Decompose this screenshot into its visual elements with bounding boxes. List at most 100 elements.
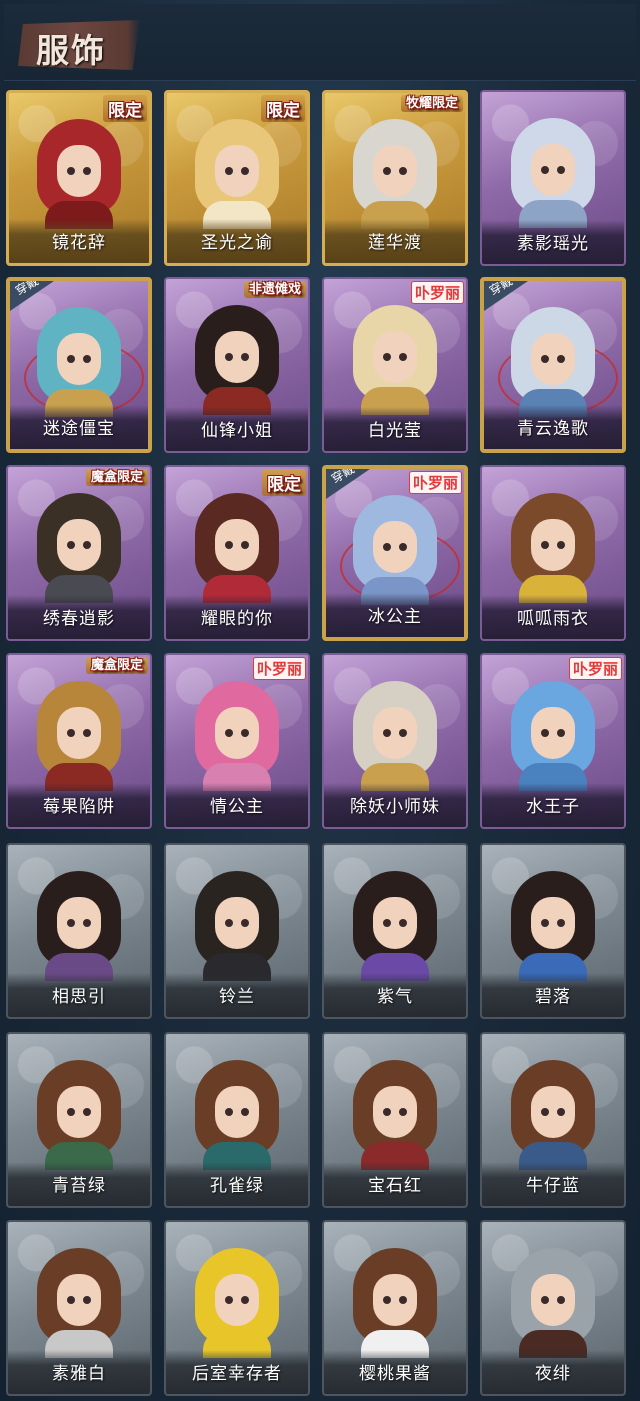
costume-card[interactable]: 莲华渡 牧耀限定 [322, 90, 468, 266]
costume-card[interactable]: 青云逸歌 穿戴 [480, 277, 626, 453]
costume-name: 绣春逍影 [43, 609, 115, 629]
costume-card[interactable]: 圣光之谕 限定 [164, 90, 310, 266]
costume-card[interactable]: 呱呱雨衣 [480, 465, 626, 641]
costume-card[interactable]: 仙锋小姐 非遗傩戏 [164, 277, 310, 453]
costume-tag: 限定 [262, 469, 306, 496]
portrait-eye [241, 541, 249, 549]
costume-card[interactable]: 除妖小师妹 [322, 653, 468, 829]
portrait-face [531, 897, 575, 949]
portrait-eye [399, 1108, 407, 1116]
portrait-eye [241, 1296, 249, 1304]
costume-card[interactable]: 镜花辞 限定 [6, 90, 152, 266]
portrait-eye [67, 1108, 75, 1116]
character-portrait [195, 1248, 279, 1358]
character-portrait [37, 681, 121, 791]
character-portrait [353, 1248, 437, 1358]
costume-name: 碧落 [535, 987, 571, 1007]
portrait-face [531, 1086, 575, 1138]
costume-card[interactable]: 莓果陷阱 魔盒限定 [6, 653, 152, 829]
costume-card[interactable]: 水王子 卟罗丽 [480, 653, 626, 829]
portrait-eye [241, 167, 249, 175]
character-portrait [37, 307, 121, 417]
portrait-eye [399, 353, 407, 361]
costume-card[interactable]: 素影瑶光 [480, 90, 626, 266]
portrait-face [373, 707, 417, 759]
portrait-face [215, 331, 259, 383]
costume-card[interactable]: 耀眼的你 限定 [164, 465, 310, 641]
costume-tag: 魔盒限定 [85, 657, 148, 674]
costume-card[interactable]: 紫气 [322, 843, 468, 1019]
portrait-face [57, 897, 101, 949]
portrait-eye [541, 919, 549, 927]
portrait-eye [241, 919, 249, 927]
costume-card[interactable]: 后室幸存者 [164, 1220, 310, 1396]
costume-card[interactable]: 绣春逍影 魔盒限定 [6, 465, 152, 641]
costume-grid: 镜花辞 限定 圣光之谕 限定 莲华渡 牧耀限定 素影瑶光 迷途僵宝 穿戴 仙锋小姐 非遗傩戏 白光莹卟… [0, 0, 640, 1401]
portrait-eye [383, 353, 391, 361]
portrait-face [57, 145, 101, 197]
costume-tag: 限定 [103, 95, 147, 122]
costume-tag: 卟罗丽 [252, 657, 306, 680]
costume-card[interactable]: 素雅白 [6, 1220, 152, 1396]
portrait-face [57, 333, 101, 385]
portrait-eye [541, 1296, 549, 1304]
character-portrait [37, 493, 121, 603]
portrait-eye [541, 166, 549, 174]
portrait-eye [383, 543, 391, 551]
costume-card[interactable]: 铃兰 [164, 843, 310, 1019]
costume-card[interactable]: 宝石红 [322, 1032, 468, 1208]
costume-card[interactable]: 情公主 卟罗丽 [164, 653, 310, 829]
portrait-eye [67, 729, 75, 737]
portrait-eye [241, 729, 249, 737]
costume-name: 青云逸歌 [517, 419, 589, 439]
character-portrait [353, 681, 437, 791]
costume-name: 青苔绿 [52, 1176, 106, 1196]
costume-name: 镜花辞 [52, 233, 106, 253]
costume-card[interactable]: 牛仔蓝 [480, 1032, 626, 1208]
character-portrait [37, 119, 121, 229]
portrait-eye [557, 729, 565, 737]
costume-name: 夜绯 [535, 1364, 571, 1384]
costume-name: 后室幸存者 [192, 1364, 282, 1384]
portrait-face [373, 331, 417, 383]
portrait-eye [541, 729, 549, 737]
portrait-eye [67, 1296, 75, 1304]
character-portrait [195, 493, 279, 603]
costume-tag: 魔盒限定 [85, 469, 148, 486]
costume-name: 素雅白 [52, 1364, 106, 1384]
costume-name: 圣光之谕 [201, 233, 273, 253]
portrait-face [531, 707, 575, 759]
portrait-eye [225, 729, 233, 737]
costume-card[interactable]: 夜绯 [480, 1220, 626, 1396]
costume-card[interactable]: 迷途僵宝 穿戴 [6, 277, 152, 453]
costume-card[interactable]: 相思引 [6, 843, 152, 1019]
portrait-eye [541, 355, 549, 363]
costume-card[interactable]: 樱桃果酱 [322, 1220, 468, 1396]
portrait-eye [399, 729, 407, 737]
portrait-face [215, 897, 259, 949]
costume-name: 仙锋小姐 [201, 421, 273, 441]
costume-card[interactable]: 孔雀绿 [164, 1032, 310, 1208]
portrait-face [215, 707, 259, 759]
costume-card[interactable]: 冰公主 卟罗丽 穿戴 [322, 465, 468, 641]
portrait-eye [67, 541, 75, 549]
character-portrait [353, 119, 437, 229]
costume-name: 除妖小师妹 [350, 797, 440, 817]
portrait-face [215, 1086, 259, 1138]
costume-tag: 卟罗丽 [568, 657, 622, 680]
costume-card[interactable]: 白光莹 卟罗丽 [322, 277, 468, 453]
portrait-face [373, 145, 417, 197]
portrait-eye [399, 1296, 407, 1304]
costume-name: 紫气 [377, 987, 413, 1007]
costume-name: 水王子 [526, 797, 580, 817]
costume-card[interactable]: 青苔绿 [6, 1032, 152, 1208]
portrait-eye [83, 355, 91, 363]
portrait-eye [383, 729, 391, 737]
costume-card[interactable]: 碧落 [480, 843, 626, 1019]
portrait-face [57, 1274, 101, 1326]
costume-name: 冰公主 [368, 607, 422, 627]
portrait-face [57, 1086, 101, 1138]
character-portrait [195, 305, 279, 415]
costume-name: 莲华渡 [368, 233, 422, 253]
portrait-eye [225, 167, 233, 175]
